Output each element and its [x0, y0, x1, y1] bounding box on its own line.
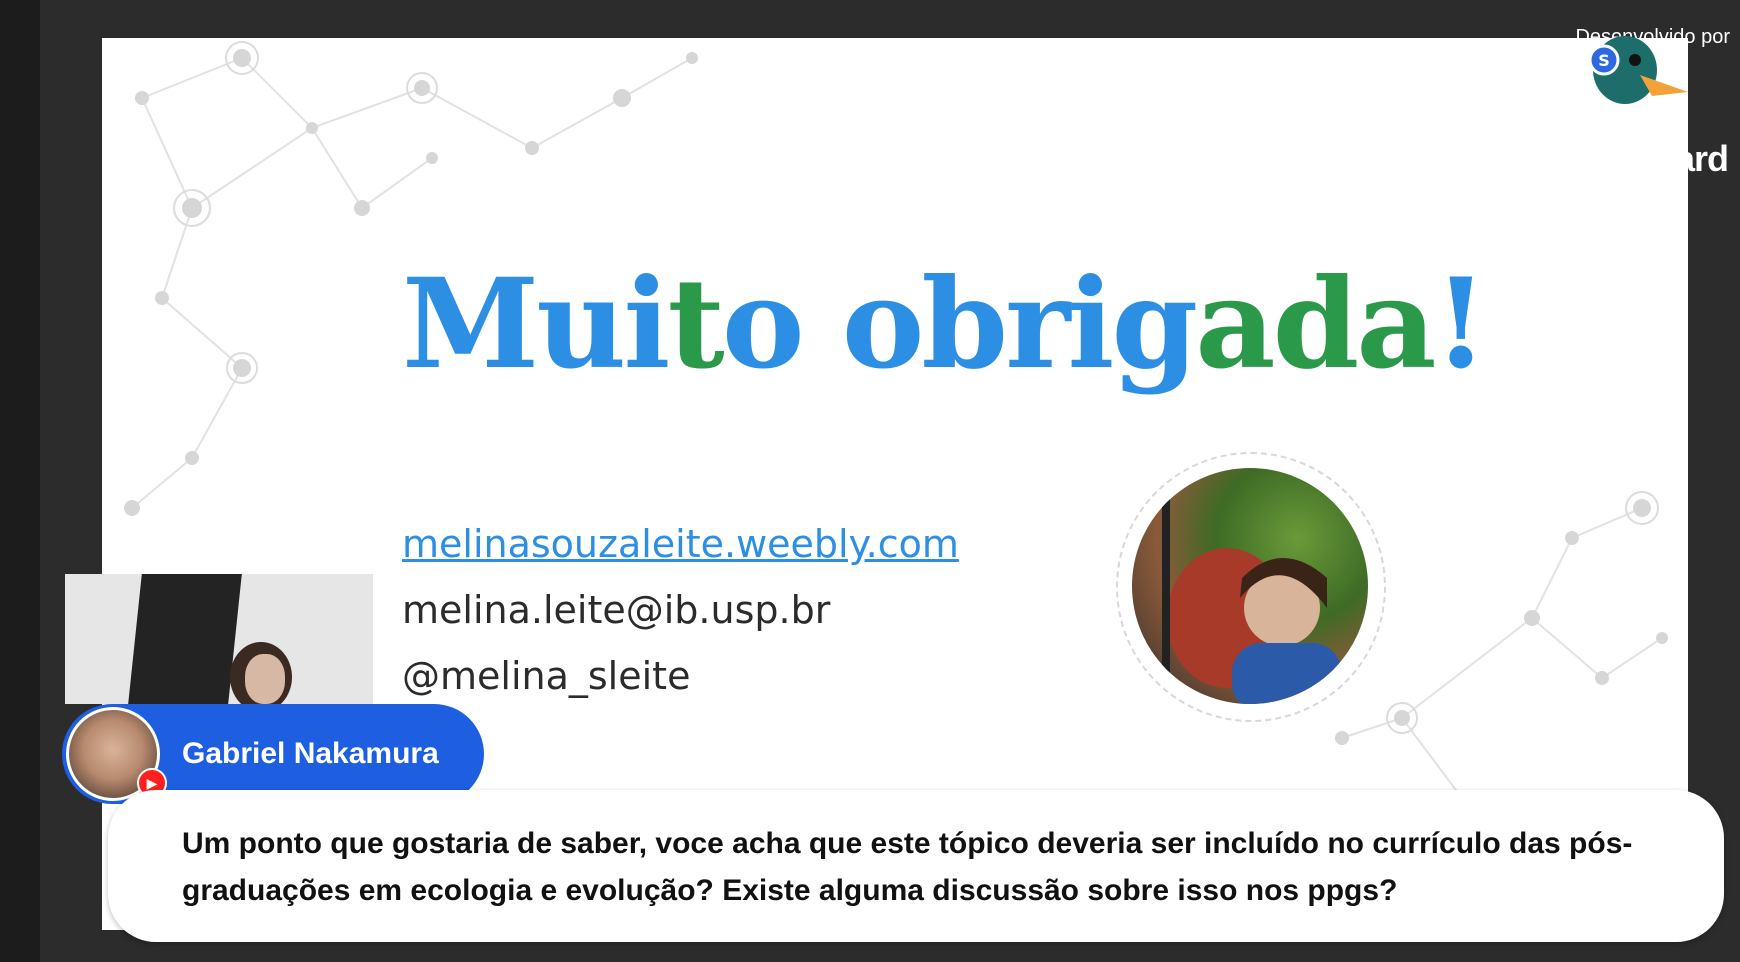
slide-title: Muito obrigada!	[402, 263, 1488, 387]
avatar: ▶	[66, 707, 167, 801]
title-part: t	[667, 252, 725, 397]
duck-icon: S	[1588, 36, 1688, 104]
title-part: !	[1433, 252, 1488, 397]
speaker-photo-graphic	[1162, 488, 1342, 704]
comment-banner: Um ponto que gostaria de saber, voce ach…	[108, 790, 1724, 942]
social-handle: @melina_sleite	[402, 654, 691, 698]
presenter-webcam	[65, 574, 373, 704]
left-strip	[0, 0, 40, 962]
email-text: melina.leite@ib.usp.br	[402, 588, 831, 632]
speaker-photo	[1132, 468, 1368, 704]
presenter-face	[245, 654, 285, 704]
title-part: o obrig	[721, 252, 1198, 397]
title-part: ada	[1195, 252, 1436, 397]
title-part: Mui	[402, 252, 671, 397]
website-link[interactable]: melinasouzaleite.weebly.com	[402, 522, 959, 566]
comment-text: Um ponto que gostaria de saber, voce ach…	[182, 827, 1633, 907]
svg-text:S: S	[1598, 51, 1610, 70]
brand-name: StreamYard	[1537, 138, 1729, 179]
chalkboard	[128, 574, 242, 704]
participant-name: Gabriel Nakamura	[182, 737, 439, 770]
participant-name-chip: ▶ Gabriel Nakamura	[62, 704, 484, 804]
